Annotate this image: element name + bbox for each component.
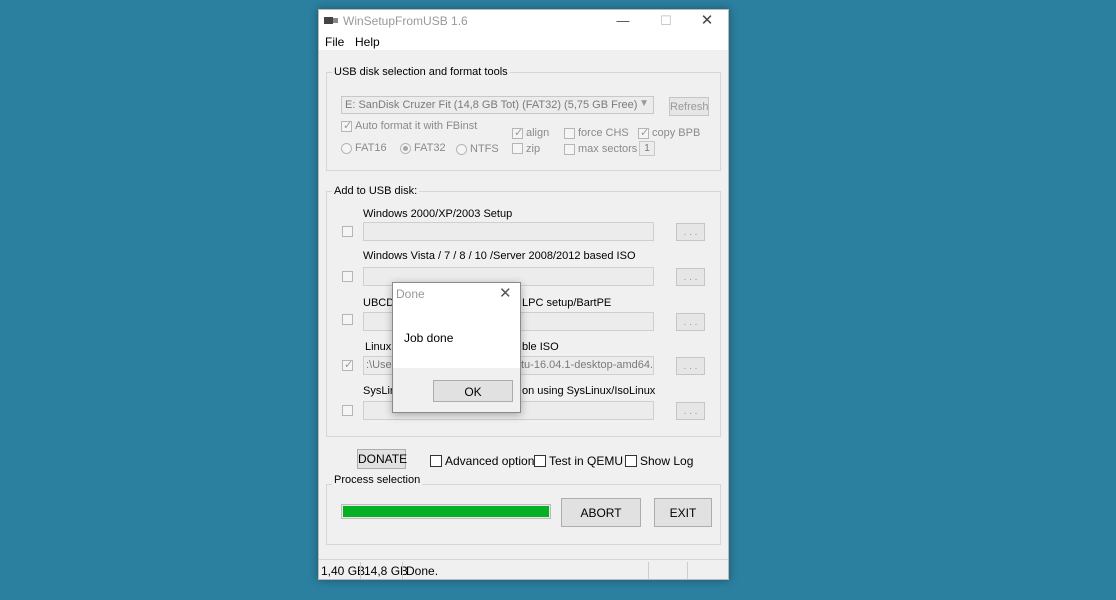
source-label-ubcd4win-end: LPC setup/BartPE — [522, 297, 612, 309]
advanced-options-checkbox[interactable] — [430, 455, 442, 467]
max-sectors-checkbox[interactable] — [564, 144, 575, 155]
close-button[interactable]: ✕ — [685, 10, 729, 32]
donate-button[interactable]: DONATE — [357, 449, 407, 469]
ntfs-label: NTFS — [470, 143, 499, 155]
test-qemu-checkbox[interactable] — [534, 455, 546, 467]
fat16-label: FAT16 — [355, 142, 387, 154]
source-path-linux-end: tu-16.04.1-desktop-amd64.iso — [521, 359, 654, 371]
check-icon: ✓ — [514, 127, 524, 139]
copy-bpb-label: copy BPB — [652, 127, 701, 139]
max-sectors-label: max sectors — [578, 143, 638, 155]
ntfs-radio[interactable] — [456, 144, 467, 155]
progress-fill — [343, 506, 549, 517]
exit-button[interactable]: EXIT — [654, 498, 712, 527]
dialog-title: Done — [396, 287, 425, 301]
advanced-options-label: Advanced options — [445, 454, 541, 468]
minimize-button[interactable]: — — [601, 10, 645, 32]
zip-checkbox[interactable] — [512, 143, 523, 154]
show-log-checkbox[interactable] — [625, 455, 637, 467]
disk-select-value: E: SanDisk Cruzer Fit (14,8 GB Tot) (FAT… — [345, 99, 638, 111]
refresh-button[interactable]: Refresh — [669, 97, 709, 116]
status-used-space: 1,40 GB — [321, 564, 366, 578]
copy-bpb-checkbox[interactable]: ✓ — [638, 127, 650, 139]
check-icon: ✓ — [343, 120, 353, 132]
check-icon: ✓ — [640, 127, 650, 139]
source-checkbox-linux[interactable]: ✓ — [342, 359, 354, 371]
source-checkbox-syslinux[interactable] — [342, 405, 353, 416]
abort-button[interactable]: ABORT — [561, 498, 641, 527]
force-chs-label: force CHS — [578, 127, 629, 139]
dialog-footer: OK — [393, 368, 520, 412]
force-chs-checkbox[interactable] — [564, 128, 575, 139]
test-qemu-label: Test in QEMU — [549, 454, 624, 468]
fat16-radio[interactable] — [341, 143, 352, 154]
source-checkbox-win7plus[interactable] — [342, 271, 353, 282]
align-checkbox[interactable]: ✓ — [512, 127, 524, 139]
browse-button-syslinux[interactable]: . . . — [676, 402, 705, 420]
ok-button[interactable]: OK — [433, 380, 513, 402]
done-dialog: Done ✕ Job done OK — [392, 282, 521, 413]
title-bar: WinSetupFromUSB 1.6 — ☐ ✕ — [319, 10, 728, 32]
align-label: align — [526, 127, 550, 139]
maximize-button[interactable]: ☐ — [644, 10, 688, 32]
menu-file[interactable]: File — [325, 35, 344, 49]
source-checkbox-winxp[interactable] — [342, 226, 353, 237]
browse-button-winxp[interactable]: . . . — [676, 223, 705, 241]
source-checkbox-ubcd4win[interactable] — [342, 314, 353, 325]
source-label-linux-end: ble ISO — [522, 341, 559, 353]
browse-button-ubcd4win[interactable]: . . . — [676, 313, 705, 331]
disk-select[interactable]: E: SanDisk Cruzer Fit (14,8 GB Tot) (FAT… — [341, 96, 654, 114]
menu-bar: File Help — [319, 32, 728, 50]
source-label-win7plus: Windows Vista / 7 / 8 / 10 /Server 2008/… — [363, 250, 636, 262]
dialog-message: Job done — [404, 331, 454, 345]
browse-button-win7plus[interactable]: . . . — [676, 268, 705, 286]
max-sectors-field[interactable]: 1 — [639, 141, 655, 156]
zip-label: zip — [526, 143, 541, 155]
check-icon: ✓ — [344, 359, 354, 371]
source-path-linux-start: :\Use — [366, 359, 392, 371]
main-window: WinSetupFromUSB 1.6 — ☐ ✕ File Help USB … — [318, 9, 729, 580]
auto-format-checkbox[interactable]: ✓ — [341, 120, 353, 132]
window-title: WinSetupFromUSB 1.6 — [343, 14, 468, 28]
progress-bar — [341, 504, 551, 519]
process-group-legend: Process selection — [332, 474, 423, 486]
menu-help[interactable]: Help — [355, 35, 380, 49]
dialog-close-button[interactable]: ✕ — [499, 284, 512, 302]
browse-button-linux[interactable]: . . . — [676, 357, 705, 375]
status-message: Done. — [406, 564, 439, 578]
source-path-winxp[interactable] — [363, 222, 654, 241]
status-separator — [360, 562, 361, 579]
status-separator — [648, 562, 649, 579]
usb-disk-group-legend: USB disk selection and format tools — [332, 66, 510, 78]
status-separator — [687, 562, 688, 579]
source-label-winxp: Windows 2000/XP/2003 Setup — [363, 208, 513, 220]
source-label-syslinux-end: on using SysLinux/IsoLinux — [522, 385, 656, 397]
fat32-label: FAT32 — [414, 142, 446, 154]
status-separator — [402, 562, 403, 579]
fat32-radio[interactable] — [400, 143, 411, 154]
show-log-label: Show Log — [640, 454, 694, 468]
auto-format-label: Auto format it with FBinst — [355, 120, 478, 132]
radio-dot-icon — [403, 146, 408, 151]
chevron-down-icon: ▼ — [639, 98, 649, 109]
status-bar: 1,40 GB 14,8 GB Done. — [319, 559, 728, 580]
add-to-usb-group-legend: Add to USB disk: — [332, 185, 420, 197]
usb-drive-icon — [324, 17, 338, 24]
